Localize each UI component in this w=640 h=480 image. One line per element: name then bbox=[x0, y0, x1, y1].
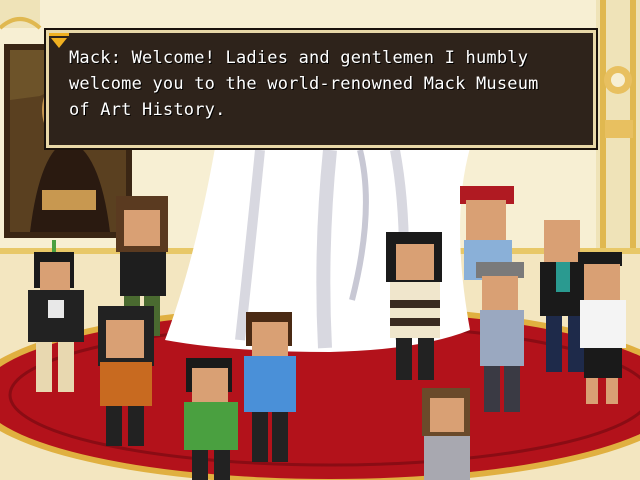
gold-trim-left bbox=[0, 0, 42, 30]
game-scene: Mack: Welcome! Ladies and gentlemen I hu… bbox=[0, 0, 640, 480]
character-girl-grey-hoodie bbox=[422, 388, 470, 480]
gold-pillar-right bbox=[596, 0, 640, 260]
advance-arrow-icon[interactable] bbox=[49, 33, 69, 49]
dialog-box[interactable]: Mack: Welcome! Ladies and gentlemen I hu… bbox=[46, 30, 596, 148]
dialog-text: Mack: Welcome! Ladies and gentlemen I hu… bbox=[69, 48, 539, 120]
